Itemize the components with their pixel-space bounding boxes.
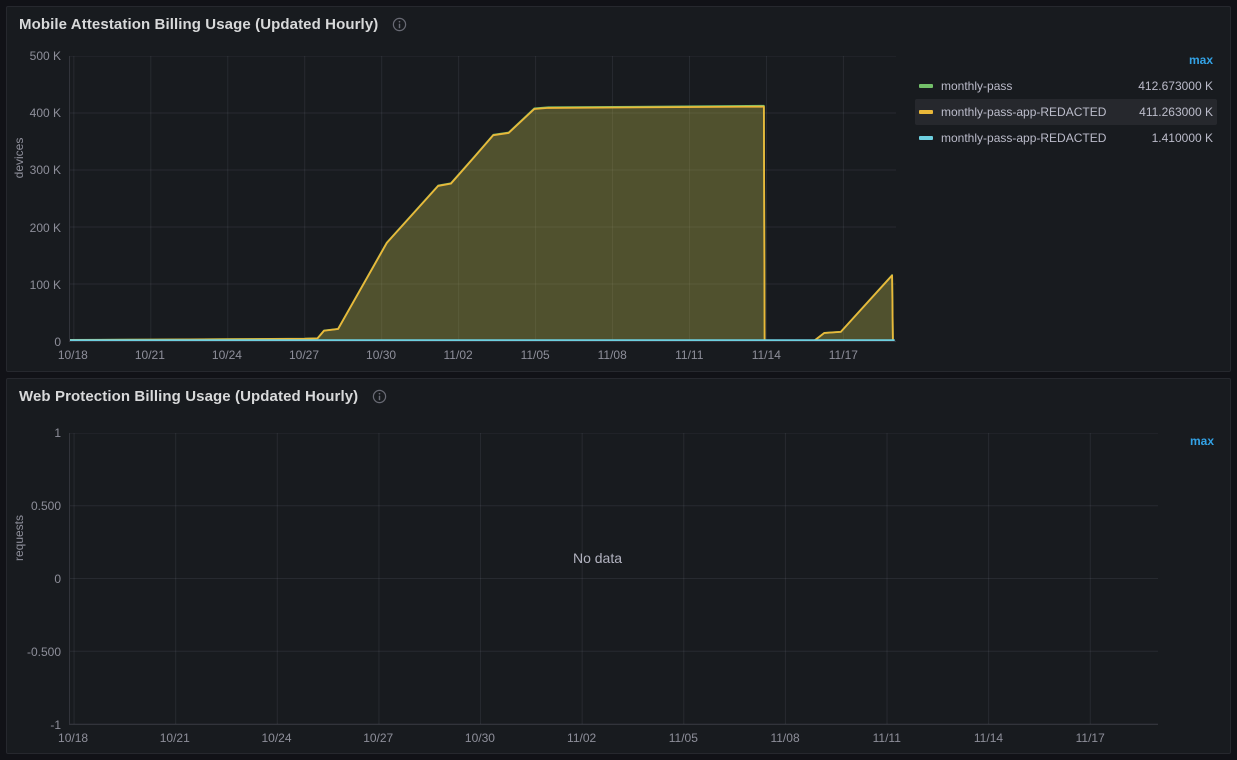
legend-item-monthly-pass[interactable]: monthly-pass 412.673000 K <box>915 73 1217 99</box>
legend-item-monthly-pass-app-REDACTED[interactable]: monthly-pass-app-REDACTED 411.263000 K <box>915 99 1217 125</box>
x-axis-tick-label: 10/24 <box>261 731 291 745</box>
x-axis-tick-label: 11/05 <box>521 348 550 362</box>
y-axis-tick-label: 0 <box>7 335 61 349</box>
legend-series-swatch <box>919 110 933 114</box>
x-axis-tick-label: 10/18 <box>58 348 88 362</box>
legend-series-swatch <box>919 84 933 88</box>
y-axis-tick-label: 100 K <box>7 278 61 292</box>
x-axis-tick-label: 10/30 <box>465 731 495 745</box>
panel-header[interactable]: Mobile Attestation Billing Usage (Update… <box>7 7 1230 41</box>
legend-series-label: monthly-pass-app-REDACTED <box>941 105 1131 119</box>
chart-canvas[interactable] <box>70 56 896 341</box>
x-axis-tick-label: 10/21 <box>135 348 165 362</box>
chart-canvas[interactable] <box>70 433 1158 724</box>
legend-series-label: monthly-pass <box>941 79 1130 93</box>
y-axis-title: devices <box>12 118 26 198</box>
x-axis-tick-label: 11/14 <box>974 731 1003 745</box>
x-axis-tick-label: 11/02 <box>567 731 596 745</box>
y-axis-tick-label: -0.500 <box>7 645 61 659</box>
x-axis-tick-label: 10/21 <box>160 731 190 745</box>
x-axis-tick-label: 11/17 <box>829 348 858 362</box>
x-axis-tick-label: 10/24 <box>212 348 242 362</box>
legend-series-label: monthly-pass-app-REDACTED <box>941 131 1144 145</box>
x-axis-tick-label: 10/30 <box>366 348 396 362</box>
legend-series-max-value: 1.410000 K <box>1152 131 1213 145</box>
x-axis-tick-label: 11/05 <box>669 731 698 745</box>
y-axis-tick-label: 500 K <box>7 49 61 63</box>
x-axis-tick-label: 11/02 <box>444 348 473 362</box>
panel-title[interactable]: Mobile Attestation Billing Usage (Update… <box>19 16 378 33</box>
chart-legend: max monthly-pass412.673000 Kmonthly-pass… <box>915 51 1217 151</box>
y-axis-tick-label: 200 K <box>7 221 61 235</box>
x-axis-tick-label: 11/14 <box>752 348 781 362</box>
x-axis-tick-label: 10/27 <box>289 348 319 362</box>
x-axis-tick-label: 11/08 <box>598 348 627 362</box>
y-axis-tick-label: 1 <box>7 426 61 440</box>
panel-web-protection: Web Protection Billing Usage (Updated Ho… <box>6 378 1231 754</box>
x-axis-tick-label: 10/18 <box>58 731 88 745</box>
panel-title[interactable]: Web Protection Billing Usage (Updated Ho… <box>19 388 358 405</box>
legend-series-max-value: 412.673000 K <box>1138 79 1213 93</box>
x-axis-tick-label: 11/17 <box>1076 731 1105 745</box>
panel-mobile-attestation: Mobile Attestation Billing Usage (Update… <box>6 6 1231 372</box>
legend-max-column-header[interactable]: max <box>1190 434 1214 448</box>
no-data-message: No data <box>573 550 622 566</box>
info-icon[interactable] <box>372 389 387 404</box>
x-axis-tick-label: 11/08 <box>770 731 799 745</box>
legend-max-column-header[interactable]: max <box>915 51 1217 73</box>
series-fill-monthly-pass-app-REDACTED <box>70 107 893 341</box>
legend-item-monthly-pass-app-REDACTED[interactable]: monthly-pass-app-REDACTED 1.410000 K <box>915 125 1217 151</box>
panel-header[interactable]: Web Protection Billing Usage (Updated Ho… <box>7 379 1230 413</box>
y-axis-title: requests <box>12 498 26 578</box>
legend-series-swatch <box>919 136 933 140</box>
chart-plot-mobile-attestation[interactable] <box>69 56 896 342</box>
x-axis-tick-label: 11/11 <box>675 348 703 362</box>
dashboard: Mobile Attestation Billing Usage (Update… <box>0 0 1237 760</box>
y-axis-tick-label: -1 <box>7 718 61 732</box>
chart-plot-web-protection[interactable] <box>69 433 1158 725</box>
info-icon[interactable] <box>392 17 407 32</box>
x-axis-tick-label: 11/11 <box>873 731 901 745</box>
x-axis-tick-label: 10/27 <box>363 731 393 745</box>
legend-series-max-value: 411.263000 K <box>1139 105 1213 119</box>
